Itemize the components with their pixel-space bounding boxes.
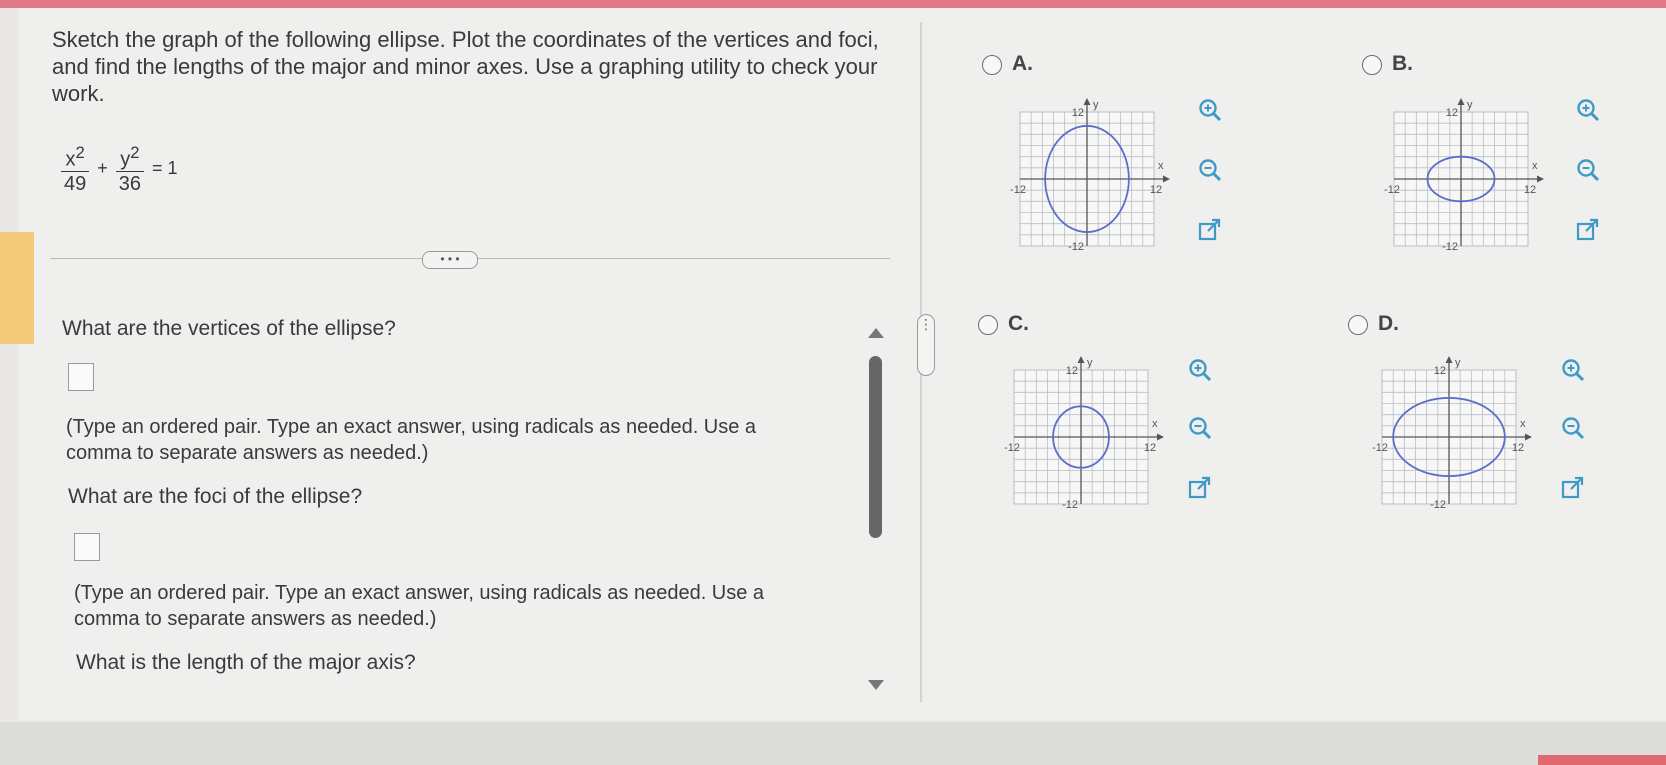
option-d-zoom-in-icon[interactable]	[1560, 357, 1586, 383]
problem-statement: Sketch the graph of the following ellips…	[52, 27, 879, 106]
top-accent-bar	[0, 0, 1666, 8]
foci-answer-input[interactable]	[74, 533, 100, 561]
y-tick-max: 12	[1446, 107, 1458, 119]
question-status-marker	[0, 232, 34, 344]
y-tick-min: -12	[1062, 499, 1078, 511]
x-axis-arrow	[1163, 175, 1170, 183]
y-axis-label: y	[1455, 357, 1461, 369]
y-exponent: 2	[130, 143, 140, 162]
scrollbar-thumb[interactable]	[869, 356, 882, 538]
option-d-open-new-window-icon[interactable]	[1560, 475, 1586, 501]
footer-action-button[interactable]	[1538, 755, 1666, 765]
foci-question: What are the foci of the ellipse?	[68, 485, 363, 508]
option-a-open-new-window-icon[interactable]	[1197, 217, 1223, 243]
option-c-open-new-window-icon[interactable]	[1187, 475, 1213, 501]
option-b-graph: y x 12 -12 -12 12	[1384, 98, 1544, 253]
x-tick-min: -12	[1010, 184, 1026, 196]
y-axis-label: y	[1093, 99, 1099, 111]
option-b-open-new-window-icon[interactable]	[1575, 217, 1601, 243]
option-c-label: C.	[1008, 312, 1029, 335]
pane-resize-handle[interactable]: ⋮	[917, 314, 935, 376]
y-tick-min: -12	[1442, 241, 1458, 253]
footer-bar	[0, 722, 1666, 765]
x-axis-label: x	[1158, 160, 1164, 172]
y-axis-label: y	[1467, 99, 1473, 111]
x-axis-label: x	[1152, 418, 1158, 430]
option-a-label: A.	[1012, 52, 1033, 75]
expand-button[interactable]: • • •	[422, 251, 478, 269]
option-c-zoom-in-icon[interactable]	[1187, 357, 1213, 383]
x-variable: x	[65, 148, 76, 171]
option-b-zoom-in-icon[interactable]	[1575, 97, 1601, 123]
option-c-zoom-out-icon[interactable]	[1187, 415, 1213, 441]
y-variable: y	[120, 148, 131, 171]
equals-one: = 1	[152, 158, 178, 179]
x-axis-label: x	[1520, 418, 1526, 430]
ellipse-equation: x2 49 + y2 36 = 1	[56, 142, 181, 196]
option-b-label: B.	[1392, 52, 1413, 75]
y-axis-arrow	[1083, 98, 1091, 105]
x-axis-label: x	[1532, 160, 1538, 172]
y-tick-max: 12	[1066, 365, 1078, 377]
option-a-zoom-out-icon[interactable]	[1197, 157, 1223, 183]
y-axis-arrow	[1457, 98, 1465, 105]
y-tick-max: 12	[1434, 365, 1446, 377]
plus-sign: +	[97, 158, 108, 179]
option-c-radio[interactable]	[978, 315, 998, 335]
y-axis-arrow	[1445, 356, 1453, 363]
x-axis-arrow	[1525, 433, 1532, 441]
vertices-answer-input[interactable]	[68, 363, 94, 391]
x-tick-max: 12	[1150, 184, 1162, 196]
y-tick-max: 12	[1072, 107, 1084, 119]
x-tick-max: 12	[1524, 184, 1536, 196]
x-tick-max: 12	[1512, 442, 1524, 454]
vertices-hint: (Type an ordered pair. Type an exact ans…	[66, 416, 757, 464]
y-axis-label: y	[1087, 357, 1093, 369]
x-axis-arrow	[1157, 433, 1164, 441]
x-fraction: x2 49	[60, 142, 90, 196]
option-d-graph: y x 12 -12 -12 12	[1372, 356, 1532, 511]
y-denominator: 36	[118, 172, 142, 195]
x-denominator: 49	[64, 172, 87, 195]
vertices-question: What are the vertices of the ellipse?	[62, 317, 396, 340]
y-fraction: y2 36	[115, 142, 145, 196]
x-exponent: 2	[75, 143, 85, 162]
scroll-down-arrow[interactable]	[868, 680, 884, 690]
foci-hint: (Type an ordered pair. Type an exact ans…	[74, 582, 765, 630]
x-axis-arrow	[1537, 175, 1544, 183]
y-axis-arrow	[1077, 356, 1085, 363]
x-tick-min: -12	[1384, 184, 1400, 196]
option-c-graph: y x 12 -12 -12 12	[1004, 356, 1164, 511]
option-d-zoom-out-icon[interactable]	[1560, 415, 1586, 441]
option-d-radio[interactable]	[1348, 315, 1368, 335]
major-axis-question: What is the length of the major axis?	[76, 651, 416, 674]
scroll-up-arrow[interactable]	[868, 328, 884, 338]
option-a-graph: y x 12 -12 -12 12	[1010, 98, 1170, 253]
option-b-zoom-out-icon[interactable]	[1575, 157, 1601, 183]
option-d-label: D.	[1378, 312, 1399, 335]
option-b-radio[interactable]	[1362, 55, 1382, 75]
x-tick-max: 12	[1144, 442, 1156, 454]
y-tick-min: -12	[1430, 499, 1446, 511]
option-a-zoom-in-icon[interactable]	[1197, 97, 1223, 123]
option-a-radio[interactable]	[982, 55, 1002, 75]
y-tick-min: -12	[1068, 241, 1084, 253]
x-tick-min: -12	[1372, 442, 1388, 454]
x-tick-min: -12	[1004, 442, 1020, 454]
